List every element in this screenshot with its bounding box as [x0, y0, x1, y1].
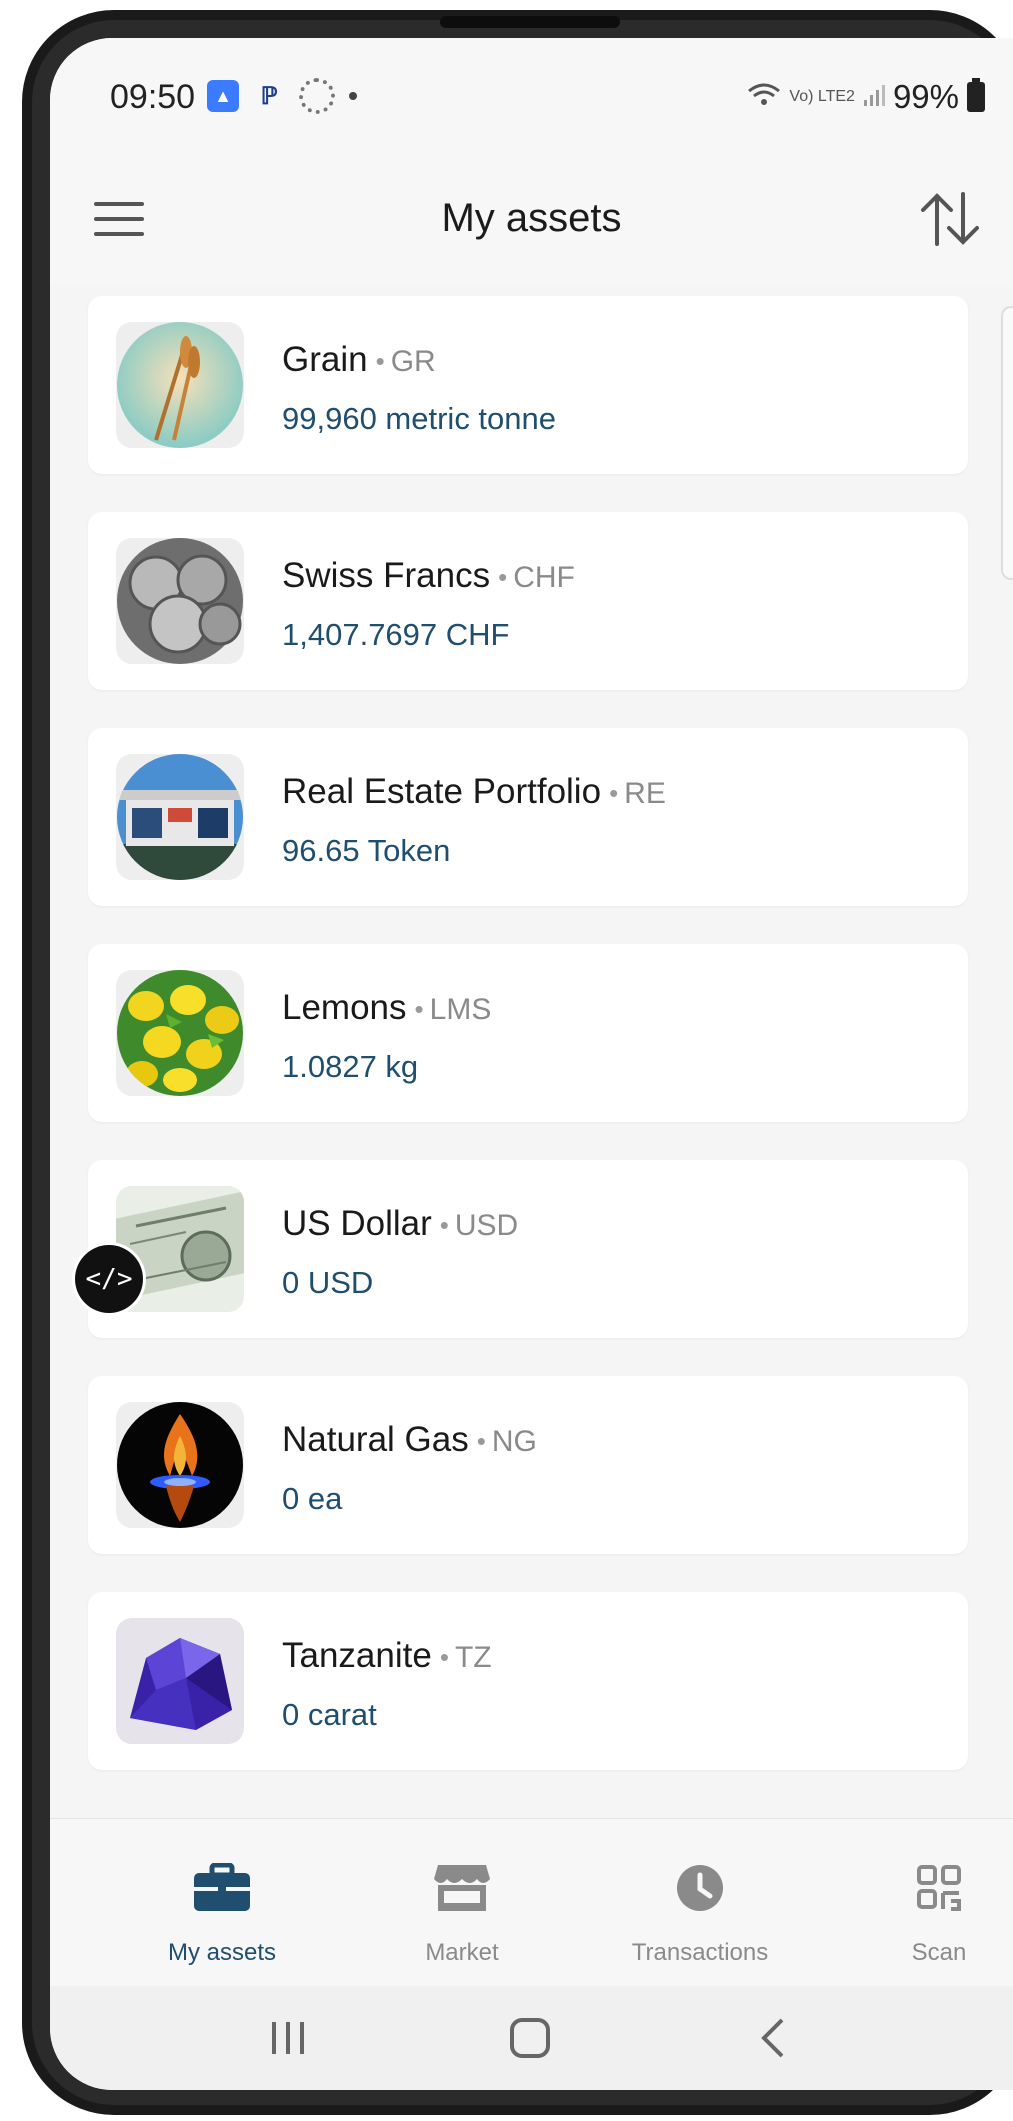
asset-balance: 1.0827 kg [282, 1049, 419, 1084]
asset-code: LMS [429, 993, 492, 1026]
gas-flame-image [116, 1402, 244, 1528]
coins-image [116, 538, 244, 664]
asset-name: Real Estate Portfolio • RE [282, 772, 666, 812]
asset-title: Grain [282, 340, 368, 379]
nav-scan[interactable]: Scan [839, 1819, 1013, 1986]
nav-my-assets[interactable]: My assets [122, 1819, 322, 1986]
store-icon [434, 1865, 490, 1911]
asset-title: Real Estate Portfolio [282, 772, 602, 811]
separator-dot: • [439, 1210, 449, 1241]
asset-balance: 96.65 Token [282, 833, 451, 868]
asset-title: US Dollar [282, 1204, 432, 1243]
asset-title: Tanzanite [282, 1636, 432, 1675]
code-badge[interactable]: </> [75, 1245, 143, 1313]
asset-card-natural-gas[interactable]: Natural Gas • NG 0 ea [88, 1376, 968, 1554]
asset-code: RE [624, 777, 666, 810]
asset-code: USD [454, 1209, 519, 1242]
status-bar: 09:50 ▲ ℙ Vo) LTE2 99% [50, 38, 1013, 148]
asset-title: Lemons [282, 988, 407, 1027]
asset-code: TZ [454, 1641, 492, 1674]
clock-icon [677, 1865, 723, 1911]
asset-balance: 0 carat [282, 1697, 377, 1732]
signal-icon [863, 78, 885, 116]
asset-code: CHF [513, 561, 575, 594]
mountain-app-icon: ▲ [207, 80, 239, 112]
app-bar: My assets [50, 148, 1013, 283]
wifi-icon [747, 78, 781, 116]
asset-name: Tanzanite • TZ [282, 1636, 492, 1676]
separator-dot: • [375, 346, 385, 377]
briefcase-icon [194, 1863, 250, 1911]
sort-icon[interactable] [917, 190, 983, 248]
asset-code: NG [491, 1425, 537, 1458]
asset-name: US Dollar • USD [282, 1204, 518, 1244]
asset-card-real-estate[interactable]: Real Estate Portfolio • RE 96.65 Token [88, 728, 968, 906]
asset-title: Natural Gas [282, 1420, 469, 1459]
back-button[interactable] [744, 2016, 804, 2060]
building-image [116, 754, 244, 880]
asset-card-grain[interactable]: Grain • GR 99,960 metric tonne [88, 296, 968, 474]
nav-market[interactable]: Market [362, 1819, 562, 1986]
tanzanite-image [116, 1618, 244, 1744]
loading-ring-icon [299, 78, 335, 114]
nav-label: My assets [167, 1939, 277, 1966]
separator-dot: • [439, 1642, 449, 1673]
asset-title: Swiss Francs [282, 556, 491, 595]
status-right: Vo) LTE2 99% [747, 78, 985, 116]
separator-dot: • [609, 778, 619, 809]
phone-notch [440, 16, 620, 28]
lemons-image [116, 970, 244, 1096]
asset-card-lemons[interactable]: Lemons • LMS 1.0827 kg [88, 944, 968, 1122]
nav-label: Market [425, 1939, 499, 1966]
separator-dot: • [498, 562, 508, 593]
status-time: 09:50 [110, 78, 196, 116]
asset-name: Swiss Francs • CHF [282, 556, 575, 596]
page-title: My assets [441, 196, 622, 240]
asset-card-us-dollar[interactable]: US Dollar • USD 0 USD [88, 1160, 968, 1338]
asset-card-swiss-francs[interactable]: Swiss Francs • CHF 1,407.7697 CHF [88, 512, 968, 690]
grain-image [116, 322, 244, 448]
asset-name: Natural Gas • NG [282, 1420, 537, 1460]
separator-dot: • [414, 994, 424, 1025]
system-navigation-bar [50, 1986, 1013, 2090]
screen: 09:50 ▲ ℙ Vo) LTE2 99% My assets Grain •… [50, 38, 1013, 2090]
home-button[interactable] [500, 2016, 560, 2060]
scrollbar[interactable] [1001, 306, 1013, 580]
recent-apps-button[interactable] [258, 2016, 318, 2060]
qr-code-icon [917, 1865, 961, 1911]
asset-list: Grain • GR 99,960 metric tonne Swiss Franc… [88, 296, 968, 1808]
asset-balance: 1,407.7697 CHF [282, 617, 510, 652]
nav-label: Transactions [631, 1939, 769, 1966]
asset-balance: 0 USD [282, 1265, 374, 1300]
asset-code: GR [390, 345, 436, 378]
more-notifications-dot [349, 92, 357, 100]
asset-card-tanzanite[interactable]: Tanzanite • TZ 0 carat [88, 1592, 968, 1770]
separator-dot: • [476, 1426, 486, 1457]
asset-name: Grain • GR [282, 340, 436, 380]
battery-icon [967, 78, 985, 112]
asset-balance: 99,960 metric tonne [282, 401, 557, 436]
asset-name: Lemons • LMS [282, 988, 491, 1028]
network-label: Vo) LTE2 [789, 88, 855, 105]
notification-icons: ▲ ℙ [207, 78, 357, 114]
nav-label: Scan [911, 1939, 967, 1966]
bottom-navigation: My assets Market Transactions Scan [50, 1818, 1013, 1986]
k-app-icon: ℙ [260, 82, 278, 110]
asset-balance: 0 ea [282, 1481, 343, 1516]
battery-percent: 99% [892, 78, 959, 115]
nav-transactions[interactable]: Transactions [600, 1819, 800, 1986]
